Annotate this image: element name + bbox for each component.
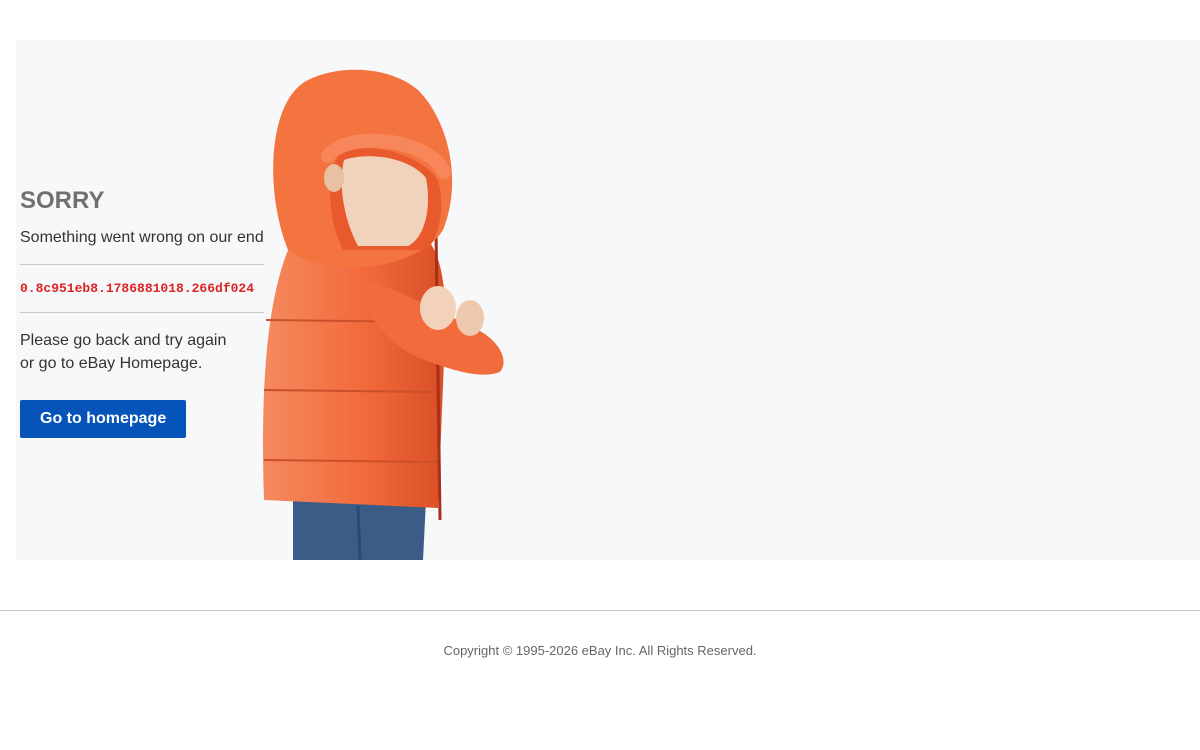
error-subtitle: Something went wrong on our end	[20, 229, 264, 246]
error-message-block: SORRY Something went wrong on our end 0.…	[20, 186, 280, 438]
error-title: SORRY	[20, 187, 105, 214]
error-instructions: Please go back and try again or go to eB…	[20, 329, 280, 375]
child-in-orange-hooded-jacket-image	[263, 69, 504, 560]
error-hero: SORRY Something went wrong on our end 0.…	[16, 40, 1200, 560]
divider	[20, 312, 264, 313]
divider	[20, 264, 264, 265]
go-to-homepage-button[interactable]: Go to homepage	[20, 400, 187, 438]
error-reference-code: 0.8c951eb8.1786881018.266df024	[20, 281, 255, 296]
error-page: SORRY Something went wrong on our end 0.…	[0, 0, 1200, 750]
instructions-line-1: Please go back and try again	[20, 332, 227, 349]
copyright-text: Copyright © 1995-2026 eBay Inc. All Righ…	[443, 643, 757, 658]
footer-divider	[0, 610, 1200, 611]
instructions-line-2: or go to eBay Homepage.	[20, 355, 203, 372]
